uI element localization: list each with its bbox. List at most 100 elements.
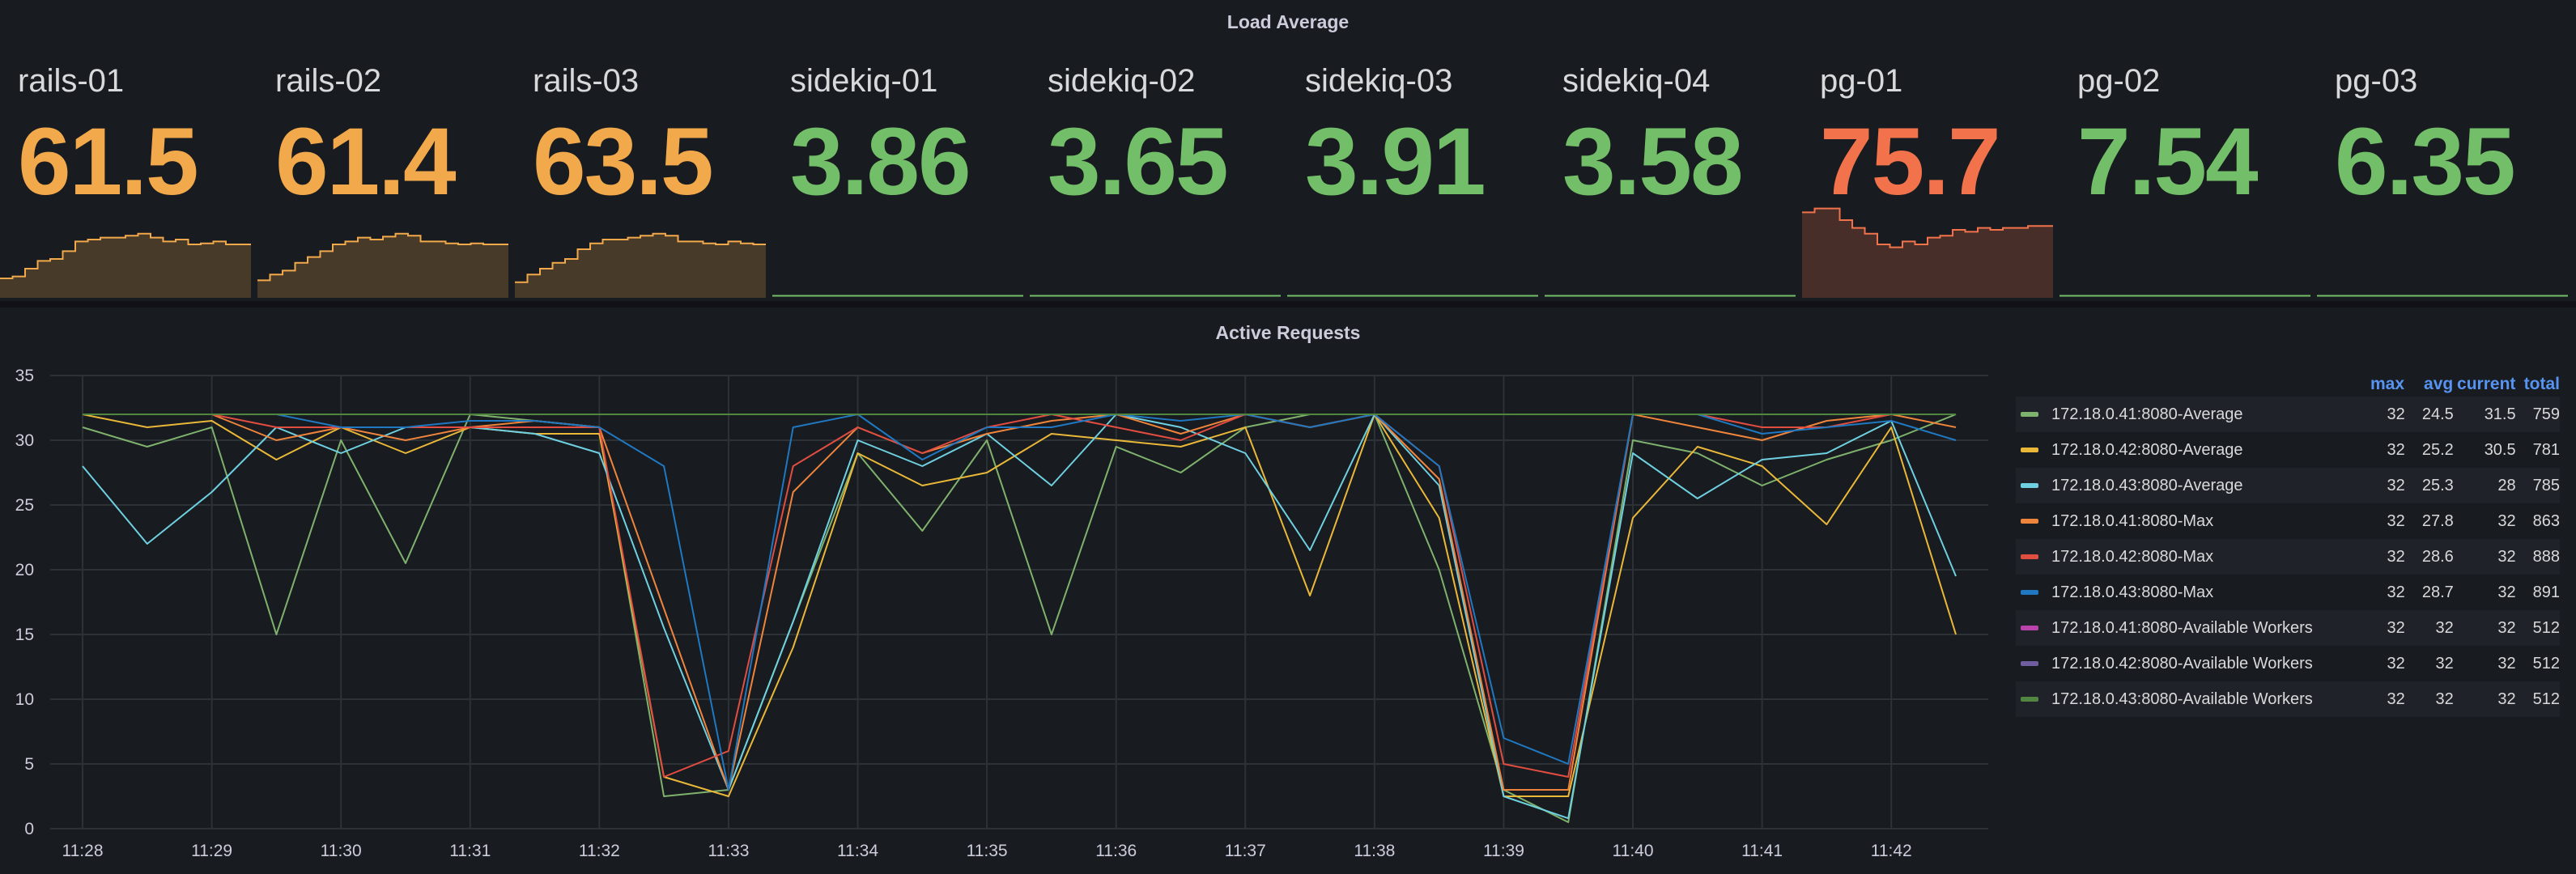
x-tick-label: 11:29: [191, 842, 232, 860]
stat-sidekiq-03[interactable]: sidekiq-03 3.91: [1287, 49, 1541, 301]
legend-item[interactable]: 172.18.0.42:8080-Average 32 25.2 30.5 781: [2016, 432, 2560, 468]
stat-sidekiq-02[interactable]: sidekiq-02 3.65: [1030, 49, 1284, 301]
series-line-1[interactable]: [82, 414, 1957, 823]
y-tick-label: 5: [24, 755, 34, 774]
legend-header-current[interactable]: current: [2453, 375, 2515, 394]
series-line-2[interactable]: [82, 414, 1957, 797]
legend-avg: 28.6: [2421, 547, 2454, 566]
legend-total: 759: [2532, 405, 2560, 423]
legend-series-name[interactable]: 172.18.0.43:8080-Available Workers: [2051, 690, 2348, 709]
sparkline-area: [1802, 208, 2053, 298]
legend-item[interactable]: 172.18.0.43:8080-Available Workers 32 32 32…: [2016, 681, 2560, 717]
legend-item[interactable]: 172.18.0.42:8080-Max 32 28.6 32 888: [2016, 539, 2560, 575]
legend-current: 32: [2497, 547, 2516, 566]
x-tick-label: 11:30: [321, 842, 362, 860]
legend-avg: 24.5: [2421, 405, 2454, 423]
legend-current: 30.5: [2484, 440, 2516, 459]
x-tick-label: 11:36: [1095, 842, 1137, 860]
series-line-3[interactable]: [82, 414, 1957, 820]
panel-title[interactable]: Load Average: [0, 11, 2576, 33]
stat-name: sidekiq-04: [1562, 63, 1711, 99]
stat-pg-02[interactable]: pg-02 7.54: [2060, 49, 2314, 301]
x-tick-label: 11:38: [1354, 842, 1395, 860]
legend-swatch[interactable]: [2021, 590, 2038, 595]
legend-series-name[interactable]: 172.18.0.42:8080-Available Workers: [2051, 655, 2348, 673]
legend-max: 32: [2387, 689, 2405, 708]
x-tick-label: 11:34: [837, 842, 878, 860]
x-tick-label: 11:40: [1613, 842, 1654, 860]
legend-header-total[interactable]: total: [2515, 375, 2560, 394]
active-requests-graph: 0 5 10 15 20 25 30 35 11:28 11:29 11:30 11:31 11:32 1…: [15, 367, 1988, 860]
legend-total: 512: [2532, 618, 2560, 637]
legend-series-name[interactable]: 172.18.0.43:8080-Average: [2051, 477, 2348, 495]
stat-rails-02[interactable]: rails-02 61.4: [257, 49, 512, 301]
x-tick-label: 11:32: [579, 842, 620, 860]
stat-pg-01[interactable]: pg-01 75.7: [1802, 49, 2056, 301]
stat-name: pg-02: [2077, 63, 2161, 99]
stat-sparkline: [1287, 295, 1538, 297]
legend-total: 781: [2532, 440, 2560, 459]
legend-item[interactable]: 172.18.0.43:8080-Average 32 25.3 28 785: [2016, 468, 2560, 503]
y-tick-label: 25: [15, 496, 34, 515]
legend-swatch[interactable]: [2021, 661, 2038, 666]
legend-series-name[interactable]: 172.18.0.41:8080-Average: [2051, 405, 2348, 424]
legend-series-name[interactable]: 172.18.0.43:8080-Max: [2051, 583, 2348, 602]
legend-item[interactable]: 172.18.0.41:8080-Max 32 27.8 32 863: [2016, 503, 2560, 539]
legend-avg: 27.8: [2421, 511, 2454, 530]
legend-swatch[interactable]: [2021, 412, 2038, 417]
legend-header-max[interactable]: max: [2346, 375, 2404, 394]
stat-rails-01[interactable]: rails-01 61.5: [0, 49, 254, 301]
stat-sparkline: [2317, 295, 2568, 297]
stat-sidekiq-01[interactable]: sidekiq-01 3.86: [772, 49, 1027, 301]
legend-series-name[interactable]: 172.18.0.41:8080-Available Workers: [2051, 619, 2348, 638]
legend-swatch[interactable]: [2021, 519, 2038, 524]
legend-item[interactable]: 172.18.0.43:8080-Max 32 28.7 32 891: [2016, 575, 2560, 610]
legend-swatch[interactable]: [2021, 626, 2038, 630]
legend-series-name[interactable]: 172.18.0.42:8080-Max: [2051, 548, 2348, 566]
legend-total: 512: [2532, 689, 2560, 708]
legend-series-name[interactable]: 172.18.0.41:8080-Max: [2051, 512, 2348, 531]
legend-header-avg[interactable]: avg: [2404, 375, 2453, 394]
legend-current: 32: [2497, 511, 2516, 530]
legend-item[interactable]: 172.18.0.41:8080-Average 32 24.5 31.5 759: [2016, 397, 2560, 432]
legend-item[interactable]: 172.18.0.42:8080-Available Workers 32 32 32…: [2016, 646, 2560, 681]
legend-current: 32: [2497, 654, 2516, 672]
series-line-5[interactable]: [83, 414, 1956, 778]
graph-legend: max avg current total 172.18.0.41:8080-A…: [2016, 372, 2560, 717]
legend-total: 891: [2532, 583, 2560, 601]
stat-name: sidekiq-01: [790, 63, 938, 99]
y-tick-label: 30: [15, 431, 34, 450]
stat-name: sidekiq-03: [1305, 63, 1453, 99]
legend-swatch[interactable]: [2021, 483, 2038, 488]
legend-total: 512: [2532, 654, 2560, 672]
stat-name: pg-01: [1820, 63, 1903, 99]
y-tick-label: 35: [15, 367, 34, 385]
legend-current: 32: [2497, 689, 2516, 708]
legend-max: 32: [2387, 654, 2405, 672]
stat-name: pg-03: [2335, 63, 2418, 99]
legend-swatch[interactable]: [2021, 448, 2038, 452]
legend-max: 32: [2387, 440, 2405, 459]
x-tick-label: 11:37: [1225, 842, 1266, 860]
stat-sidekiq-04[interactable]: sidekiq-04 3.58: [1545, 49, 1799, 301]
stat-sparkline: [772, 295, 1023, 297]
stat-name: sidekiq-02: [1048, 63, 1196, 99]
stat-sparkline: [1802, 207, 2053, 298]
legend-swatch[interactable]: [2021, 697, 2038, 702]
y-tick-label: 0: [24, 820, 34, 838]
stat-pg-03[interactable]: pg-03 6.35: [2317, 49, 2571, 301]
x-tick-label: 11:42: [1871, 842, 1912, 860]
y-tick-label: 15: [15, 626, 34, 644]
legend-series-name[interactable]: 172.18.0.42:8080-Average: [2051, 441, 2348, 460]
stat-name: rails-03: [533, 63, 640, 99]
legend-item[interactable]: 172.18.0.41:8080-Available Workers 32 32 32…: [2016, 610, 2560, 646]
stat-sparkline: [0, 232, 251, 298]
stat-rails-03[interactable]: rails-03 63.5: [515, 49, 769, 301]
legend-max: 32: [2387, 618, 2405, 637]
legend-swatch[interactable]: [2021, 554, 2038, 559]
x-tick-label: 11:28: [62, 842, 104, 860]
stat-name: rails-01: [18, 63, 125, 99]
x-tick-label: 11:39: [1483, 842, 1524, 860]
legend-max: 32: [2387, 511, 2405, 530]
stat-sparkline: [2060, 295, 2310, 297]
